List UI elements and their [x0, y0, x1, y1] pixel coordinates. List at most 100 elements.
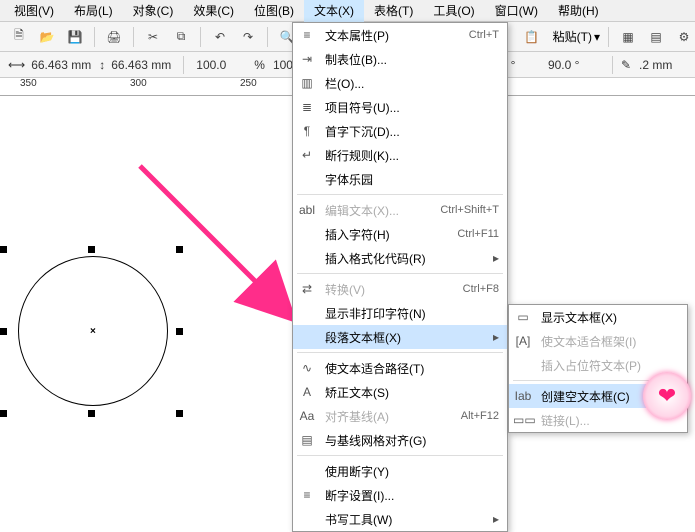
- menu-tools[interactable]: 工具(O): [423, 0, 484, 22]
- text-menu-item[interactable]: ⇥制表位(B)...: [293, 47, 507, 71]
- separator: [133, 27, 134, 47]
- menu-item-label: 显示文本框(X): [541, 309, 679, 326]
- text-menu-item[interactable]: 使用断字(Y): [293, 459, 507, 483]
- print-icon[interactable]: 🖨: [103, 26, 125, 48]
- angle-b-field[interactable]: 90.0 °: [544, 57, 604, 73]
- menu-item-label: 书写工具(W): [325, 511, 475, 528]
- ruler-tick: 350: [20, 78, 37, 89]
- cut-icon[interactable]: ✂: [142, 26, 164, 48]
- redo-icon[interactable]: ↷: [237, 26, 259, 48]
- submenu-arrow-icon: ▸: [493, 251, 499, 265]
- menu-help[interactable]: 帮助(H): [548, 0, 609, 22]
- text-menu-item[interactable]: ↵断行规则(K)...: [293, 143, 507, 167]
- menu-item-shortcut: Ctrl+F11: [457, 228, 499, 240]
- menu-item-icon: ▭▭: [513, 413, 533, 427]
- text-menu-item[interactable]: ∿使文本适合路径(T): [293, 356, 507, 380]
- menu-view[interactable]: 视图(V): [4, 0, 64, 22]
- menu-item-icon: A: [297, 385, 317, 399]
- selection-handle[interactable]: [176, 246, 183, 253]
- menu-item-icon: ↵: [297, 148, 317, 162]
- menu-item-label: 矫正文本(S): [325, 384, 499, 401]
- menu-item-label: 对齐基线(A): [325, 408, 437, 425]
- menu-item-label: 项目符号(U)...: [325, 99, 499, 116]
- ruler-tick: 250: [240, 78, 257, 89]
- text-menu-item[interactable]: ▤ 与基线网格对齐(G): [293, 428, 507, 452]
- selection-handle[interactable]: [176, 328, 183, 335]
- menu-bitmap[interactable]: 位图(B): [244, 0, 304, 22]
- new-icon[interactable]: 🗎: [8, 26, 30, 48]
- text-menu-item[interactable]: ≡文本属性(P)Ctrl+T: [293, 23, 507, 47]
- menu-item-label: 断字设置(I)...: [325, 487, 499, 504]
- clipboard-icon[interactable]: 📋: [521, 26, 543, 48]
- text-menu-item[interactable]: 字体乐园: [293, 167, 507, 191]
- menu-item-label: 插入占位符文本(P): [541, 357, 679, 374]
- options-icon[interactable]: ⚙: [673, 26, 695, 48]
- menu-item-label: 使文本适合路径(T): [325, 360, 499, 377]
- menu-effects[interactable]: 效果(C): [183, 0, 244, 22]
- selection-handle[interactable]: [88, 246, 95, 253]
- text-menu-dropdown: ≡文本属性(P)Ctrl+T⇥制表位(B)...▥栏(O)... ≣ 项目符号(U)…: [292, 22, 508, 532]
- menu-separator: [297, 352, 503, 353]
- align-icon[interactable]: ▦: [617, 26, 639, 48]
- text-menu-item[interactable]: ≣ 项目符号(U)...: [293, 95, 507, 119]
- menu-item-label: 制表位(B)...: [325, 51, 499, 68]
- menu-item-shortcut: Ctrl+F8: [463, 283, 499, 295]
- grid-icon[interactable]: ▤: [645, 26, 667, 48]
- menu-object[interactable]: 对象(C): [123, 0, 184, 22]
- menu-item-label: 首字下沉(D)...: [325, 123, 499, 140]
- scale-x-field[interactable]: 100.0%: [192, 57, 265, 73]
- text-menu-item: Aa对齐基线(A)Alt+F12: [293, 404, 507, 428]
- selection-handle[interactable]: [176, 410, 183, 417]
- selection-handle[interactable]: [88, 410, 95, 417]
- text-menu-item: ⇄转换(V)Ctrl+F8: [293, 277, 507, 301]
- separator: [200, 27, 201, 47]
- menu-item-label: 显示非打印字符(N): [325, 305, 499, 322]
- pen-icon[interactable]: ✎: [621, 58, 631, 72]
- text-menu-item[interactable]: 书写工具(W)▸: [293, 507, 507, 531]
- selection-handle[interactable]: [0, 410, 7, 417]
- menu-separator: [297, 455, 503, 456]
- menu-item-label: 与基线网格对齐(G): [325, 432, 499, 449]
- heart-badge-icon[interactable]: ❤: [643, 372, 691, 420]
- text-menu-item[interactable]: 插入格式化代码(R) ▸: [293, 246, 507, 270]
- text-menu-item: abl编辑文本(X)...Ctrl+Shift+T: [293, 198, 507, 222]
- menu-item-label: 使用断字(Y): [325, 463, 499, 480]
- menu-item-icon: abl: [297, 203, 317, 217]
- menu-item-icon: ▭: [513, 310, 533, 324]
- open-icon[interactable]: 📂: [36, 26, 58, 48]
- text-menu-item[interactable]: 段落文本框(X)▸: [293, 325, 507, 349]
- menu-text[interactable]: 文本(X): [304, 0, 364, 22]
- menu-item-icon: [A]: [513, 334, 533, 348]
- separator: [183, 56, 184, 74]
- menu-item-icon: ¶: [297, 124, 317, 138]
- save-icon[interactable]: 💾: [64, 26, 86, 48]
- separator: [267, 27, 268, 47]
- selection-handle[interactable]: [0, 246, 7, 253]
- menu-item-label: 编辑文本(X)...: [325, 202, 416, 219]
- text-menu-item[interactable]: ≡断字设置(I)...: [293, 483, 507, 507]
- menu-item-icon: ▤: [297, 433, 317, 447]
- menu-item-icon: Aa: [297, 409, 317, 423]
- menu-table[interactable]: 表格(T): [364, 0, 423, 22]
- text-menu-item[interactable]: ▥栏(O)...: [293, 71, 507, 95]
- center-marker: ×: [90, 326, 96, 337]
- height-field[interactable]: ↕66.463 mm: [99, 57, 175, 73]
- menu-item-icon: ≣: [297, 100, 317, 114]
- separator: [608, 27, 609, 47]
- menu-window[interactable]: 窗口(W): [485, 0, 548, 22]
- text-menu-item[interactable]: ¶ 首字下沉(D)...: [293, 119, 507, 143]
- undo-icon[interactable]: ↶: [209, 26, 231, 48]
- menu-item-label: 插入格式化代码(R): [325, 250, 475, 267]
- frame-submenu-item[interactable]: ▭ 显示文本框(X): [509, 305, 687, 329]
- line-weight-field[interactable]: .2 mm: [635, 57, 695, 73]
- text-menu-item[interactable]: 插入字符(H)Ctrl+F11: [293, 222, 507, 246]
- menu-separator: [297, 273, 503, 274]
- copy-icon[interactable]: ⧉: [170, 26, 192, 48]
- menu-layout[interactable]: 布局(L): [64, 0, 123, 22]
- selection-handle[interactable]: [0, 328, 7, 335]
- width-field[interactable]: ⟷66.463 mm: [8, 57, 95, 73]
- text-menu-item[interactable]: 显示非打印字符(N): [293, 301, 507, 325]
- paste-button[interactable]: 粘贴(T)▾: [553, 28, 600, 45]
- ruler-tick: 300: [130, 78, 147, 89]
- text-menu-item[interactable]: A 矫正文本(S): [293, 380, 507, 404]
